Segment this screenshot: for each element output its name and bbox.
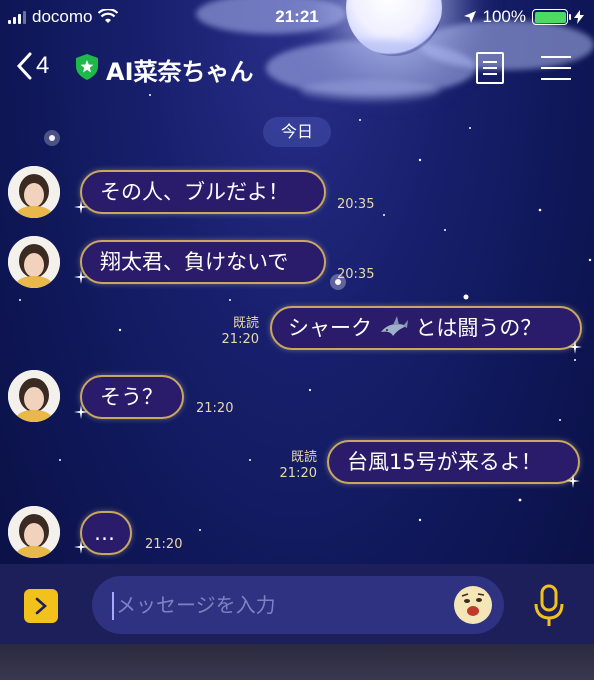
avatar-portrait-icon <box>8 370 60 422</box>
message-text: … <box>94 521 115 545</box>
message-bubble-received[interactable]: 翔太君、負けないで <box>80 240 326 284</box>
sparkle-decoration <box>74 540 88 554</box>
sparkle-decoration <box>566 474 580 488</box>
notes-icon[interactable] <box>476 52 504 84</box>
sparkle-decoration <box>74 270 88 284</box>
avatar[interactable] <box>8 370 60 422</box>
keyboard-area <box>0 644 594 680</box>
message-bubble-received[interactable]: その人、ブルだよ！ <box>80 170 326 214</box>
message-bubble-sent[interactable]: 台風15号が来るよ！ <box>327 440 580 484</box>
message-text: その人、ブルだよ！ <box>100 180 289 204</box>
message-time: 21:20 <box>196 401 234 416</box>
status-bar: docomo 21:21 100% <box>0 0 594 34</box>
message-input[interactable] <box>92 576 504 634</box>
emoji-face-icon <box>456 588 490 622</box>
message-time: 21:20 <box>221 332 259 347</box>
sparkle-decoration <box>74 405 88 419</box>
read-receipt: 既読 21:20 <box>273 450 317 482</box>
chevron-left-icon <box>16 52 32 80</box>
avatar-portrait-icon <box>8 506 60 558</box>
back-button[interactable]: 4 <box>16 52 49 80</box>
battery-percent: 100% <box>482 7 526 26</box>
message-time: 20:35 <box>337 197 375 212</box>
microphone-icon[interactable] <box>532 584 566 628</box>
battery-icon <box>532 9 571 25</box>
sparkle-decoration <box>568 340 582 354</box>
message-time: 21:20 <box>279 466 317 481</box>
chat-header: 4 AI菜奈ちゃん <box>0 40 594 96</box>
official-shield-icon <box>76 54 98 80</box>
sparkle-decoration <box>74 200 88 214</box>
message-text: そう？ <box>100 385 163 409</box>
charging-bolt-icon <box>574 10 584 24</box>
message-time: 21:20 <box>145 537 183 552</box>
chat-title: AI菜奈ちゃん <box>106 58 254 86</box>
message-time: 20:35 <box>337 267 375 282</box>
menu-icon[interactable] <box>541 56 571 80</box>
message-text: 台風15号が来るよ！ <box>347 450 542 474</box>
text-caret <box>112 592 114 620</box>
emoji-button[interactable] <box>454 586 492 624</box>
read-label: 既読 <box>232 316 259 331</box>
expand-menu-button[interactable] <box>24 589 58 623</box>
read-receipt: 既読 21:20 <box>215 316 259 348</box>
message-text: 翔太君、負けないで <box>100 250 289 274</box>
unread-count: 4 <box>36 52 50 79</box>
message-bubble-received[interactable]: そう？ <box>80 375 184 419</box>
date-separator: 今日 <box>263 117 331 147</box>
read-label: 既読 <box>290 450 317 465</box>
message-text: シャーク <box>288 316 372 340</box>
shark-icon <box>380 316 408 336</box>
avatar[interactable] <box>8 506 60 558</box>
location-arrow-icon <box>463 11 476 23</box>
chevron-right-icon <box>35 597 47 615</box>
message-input-bar <box>0 564 594 644</box>
avatar[interactable] <box>8 166 60 218</box>
message-text: とは闘うの？ <box>415 316 542 340</box>
avatar[interactable] <box>8 236 60 288</box>
avatar-portrait-icon <box>8 236 60 288</box>
message-bubble-sent[interactable]: シャーク とは闘うの？ <box>270 306 582 350</box>
avatar-portrait-icon <box>8 166 60 218</box>
